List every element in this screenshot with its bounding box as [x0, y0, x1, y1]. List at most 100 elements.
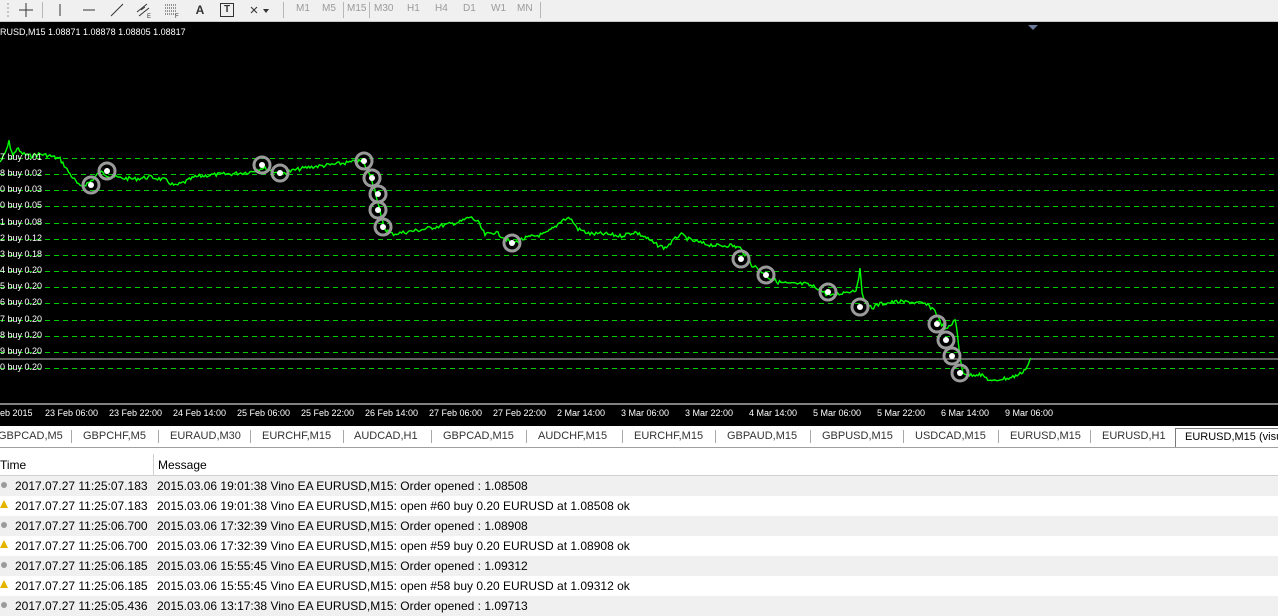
crosshair-icon[interactable] [16, 1, 36, 19]
order-level-label: 3 buy 0.18 [0, 249, 43, 259]
chart-shift-marker[interactable] [1028, 25, 1038, 30]
log-row[interactable]: 2017.07.27 11:25:06.700 2015.03.06 17:32… [0, 516, 1278, 536]
tab-audcad-h1[interactable]: AUDCAD,H1 [354, 430, 418, 442]
journal-log: Time Message 2017.07.27 11:25:07.183 201… [0, 454, 1278, 616]
time-axis-tick: 27 Feb 22:00 [493, 408, 547, 418]
tab-audchf-m15[interactable]: AUDCHF,M15 [538, 430, 607, 442]
tab-eurusd-m15[interactable]: EURUSD,M15 [1010, 430, 1081, 442]
log-row[interactable]: 2017.07.27 11:25:05.436 2015.03.06 13:17… [0, 596, 1278, 616]
log-header: Time Message [0, 454, 1278, 476]
order-level-label: 6 buy 0.20 [0, 297, 43, 307]
timeframe-m15[interactable]: M15 [347, 3, 366, 14]
log-time: 2017.07.27 11:25:06.700 [15, 539, 148, 553]
time-axis-tick: 5 Mar 22:00 [877, 408, 926, 418]
chart-toolbar: E F A T M1 M5 M15 M30 H1 H4 D1 W1 MN [0, 0, 1278, 22]
timeframe-m1[interactable]: M1 [296, 3, 310, 14]
equidistant-channel-icon[interactable]: E [135, 1, 153, 19]
tab-eurusd-m15-visual[interactable]: EURUSD,M15 (visu [1175, 428, 1278, 447]
order-level-label: 9 buy 0.20 [0, 346, 43, 356]
order-level-label: 1 buy 0.08 [0, 217, 43, 227]
tab-eurchf-m15-2[interactable]: EURCHF,M15 [634, 430, 703, 442]
warning-icon [0, 500, 8, 508]
log-message: 2015.03.06 19:01:38 Vino EA EURUSD,M15: … [157, 499, 630, 513]
trendline-icon[interactable] [108, 1, 126, 19]
text-label-glyph: T [220, 3, 234, 17]
log-message: 2015.03.06 17:32:39 Vino EA EURUSD,M15: … [157, 539, 630, 553]
info-dot-icon [0, 522, 7, 528]
order-level-label: 0 buy 0.20 [0, 362, 43, 372]
tab-gbpaud-m15[interactable]: GBPAUD,M15 [727, 430, 797, 442]
trade-marker[interactable] [731, 249, 751, 269]
log-row[interactable]: 2017.07.27 11:25:07.183 2015.03.06 19:01… [0, 476, 1278, 496]
trade-marker[interactable] [950, 363, 970, 383]
time-axis-tick: 6 Mar 14:00 [941, 408, 990, 418]
chart-tabs-bar: GBPCAD,M5 GBPCHF,M5 EURAUD,M30 EURCHF,M1… [0, 426, 1278, 448]
log-time: 2017.07.27 11:25:06.700 [15, 519, 148, 533]
log-message: 2015.03.06 17:32:39 Vino EA EURUSD,M15: … [157, 519, 528, 533]
trade-marker[interactable] [252, 155, 272, 175]
toolbar-grip-icon [4, 1, 12, 19]
log-row[interactable]: 2017.07.27 11:25:07.183 2015.03.06 19:01… [0, 496, 1278, 516]
fibonacci-icon[interactable]: F [163, 1, 181, 19]
trade-marker[interactable] [756, 265, 776, 285]
log-message: 2015.03.06 15:55:45 Vino EA EURUSD,M15: … [157, 579, 630, 593]
column-header-message[interactable]: Message [158, 458, 207, 472]
log-time: 2017.07.27 11:25:07.183 [15, 479, 148, 493]
order-level-label: 4 buy 0.20 [0, 265, 43, 275]
timeframe-mn[interactable]: MN [517, 3, 533, 14]
trade-marker[interactable] [850, 297, 870, 317]
tab-gbpcad-m15[interactable]: GBPCAD,M15 [443, 430, 514, 442]
chart-canvas [0, 25, 1278, 405]
trade-marker[interactable] [936, 330, 956, 350]
horizontal-line-icon[interactable] [80, 1, 98, 19]
time-axis-tick: 3 Mar 22:00 [685, 408, 734, 418]
tab-gbpcad-m5[interactable]: GBPCAD,M5 [0, 430, 63, 442]
time-axis-tick: 23 Feb 22:00 [109, 408, 163, 418]
timeframe-d1[interactable]: D1 [463, 3, 476, 14]
time-axis-tick: eb 2015 [0, 408, 33, 418]
tab-gbpusd-m15[interactable]: GBPUSD,M15 [822, 430, 893, 442]
text-label-icon[interactable]: T [219, 1, 235, 19]
time-axis-tick: 23 Feb 06:00 [45, 408, 99, 418]
log-message: 2015.03.06 19:01:38 Vino EA EURUSD,M15: … [157, 479, 528, 493]
order-level-label: 7 buy 0.20 [0, 314, 43, 324]
order-level-label: 0 buy 0.05 [0, 200, 43, 210]
timeframe-m30[interactable]: M30 [374, 3, 393, 14]
info-dot-icon [0, 562, 7, 568]
price-line [0, 140, 1032, 382]
order-level-label: 7 buy 0.01 [0, 152, 43, 162]
text-icon[interactable]: A [192, 1, 208, 19]
trade-marker[interactable] [942, 346, 962, 366]
timeframe-m5[interactable]: M5 [322, 3, 336, 14]
timeframe-h1[interactable]: H1 [407, 3, 420, 14]
trade-marker[interactable] [368, 184, 388, 204]
tab-eurusd-h1[interactable]: EURUSD,H1 [1102, 430, 1166, 442]
tab-euraud-m30[interactable]: EURAUD,M30 [170, 430, 241, 442]
vertical-line-icon[interactable] [52, 1, 68, 19]
timeframe-w1[interactable]: W1 [491, 3, 506, 14]
svg-text:F: F [175, 14, 179, 18]
arrows-icon[interactable] [246, 1, 274, 19]
order-level-label: 5 buy 0.20 [0, 281, 43, 291]
order-level-label: 8 buy 0.20 [0, 330, 43, 340]
time-axis-tick: 3 Mar 06:00 [621, 408, 670, 418]
order-level-label: 2 buy 0.12 [0, 233, 43, 243]
tab-eurchf-m15[interactable]: EURCHF,M15 [262, 430, 331, 442]
order-level-label: 8 buy 0.02 [0, 168, 43, 178]
time-axis-tick: 25 Feb 06:00 [237, 408, 291, 418]
log-time: 2017.07.27 11:25:07.183 [15, 499, 148, 513]
tab-gbpchf-m5[interactable]: GBPCHF,M5 [83, 430, 146, 442]
log-time: 2017.07.27 11:25:06.185 [15, 579, 148, 593]
order-level-label: 0 buy 0.03 [0, 184, 43, 194]
column-header-time[interactable]: Time [0, 458, 26, 472]
info-dot-icon [0, 602, 7, 608]
trade-marker[interactable] [502, 233, 522, 253]
tab-usdcad-m15[interactable]: USDCAD,M15 [915, 430, 986, 442]
log-row[interactable]: 2017.07.27 11:25:06.700 2015.03.06 17:32… [0, 536, 1278, 556]
time-axis-tick: 24 Feb 14:00 [173, 408, 227, 418]
price-chart[interactable]: RUSD,M15 1.08871 1.08878 1.08805 1.08817… [0, 22, 1278, 426]
time-axis-tick: 26 Feb 14:00 [365, 408, 419, 418]
timeframe-h4[interactable]: H4 [435, 3, 448, 14]
log-row[interactable]: 2017.07.27 11:25:06.185 2015.03.06 15:55… [0, 556, 1278, 576]
log-row[interactable]: 2017.07.27 11:25:06.185 2015.03.06 15:55… [0, 576, 1278, 596]
